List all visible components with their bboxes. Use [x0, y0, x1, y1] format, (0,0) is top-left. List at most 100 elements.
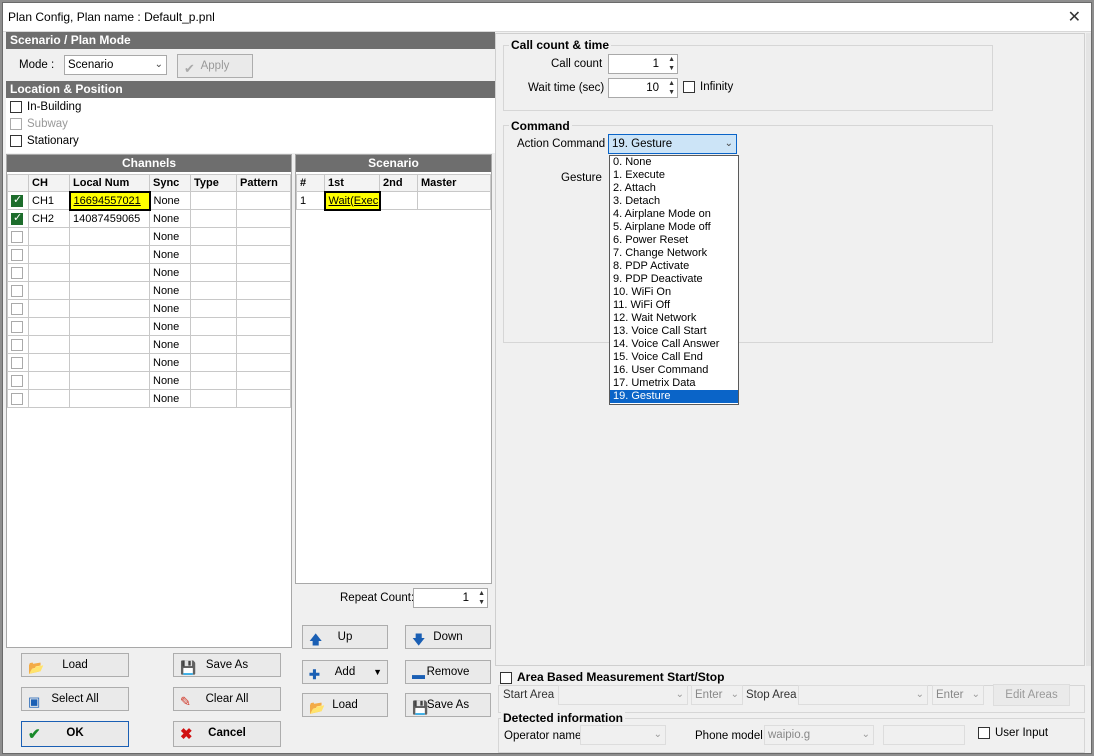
area-measurement-checkbox[interactable]: Area Based Measurement Start/Stop	[500, 670, 724, 684]
channel-checkbox-cell[interactable]	[7, 353, 29, 372]
pattern-cell[interactable]	[236, 353, 291, 372]
dropdown-option[interactable]: 0. None	[610, 156, 738, 169]
infinity-checkbox[interactable]: Infinity	[683, 81, 733, 93]
stop-area-select[interactable]: ⌄	[798, 685, 928, 705]
operator-name-select[interactable]: ⌄	[580, 725, 666, 745]
channel-checkbox[interactable]	[11, 392, 23, 405]
dropdown-option[interactable]: 2. Attach	[610, 182, 738, 195]
table-row[interactable]: None	[7, 353, 291, 372]
cancel-button[interactable]: ✖ Cancel	[173, 721, 281, 747]
sync-cell[interactable]: None	[149, 371, 191, 390]
start-enter-select[interactable]: Enter ⌄	[691, 685, 743, 705]
in-building-checkbox[interactable]: In-Building	[10, 101, 81, 113]
sync-cell[interactable]: None	[149, 227, 191, 246]
scrollbar[interactable]	[1086, 33, 1091, 666]
table-row[interactable]: None	[7, 281, 291, 300]
spin-arrows-icon[interactable]: ▲ ▼	[478, 589, 485, 607]
sync-cell[interactable]: None	[149, 353, 191, 372]
scenario-save-as-button[interactable]: 💾 Save As	[405, 693, 491, 717]
pattern-cell[interactable]	[236, 335, 291, 354]
sync-cell[interactable]: None	[149, 281, 191, 300]
down-button[interactable]: 🡇 Down	[405, 625, 491, 649]
sync-cell[interactable]: None	[149, 191, 191, 210]
dropdown-option[interactable]: 9. PDP Deactivate	[610, 273, 738, 286]
pattern-cell[interactable]	[236, 281, 291, 300]
scenario-load-button[interactable]: 📂 Load	[302, 693, 388, 717]
type-cell[interactable]	[190, 191, 237, 210]
channel-checkbox-cell[interactable]	[7, 191, 29, 210]
table-row[interactable]: None	[7, 245, 291, 264]
start-area-select[interactable]: ⌄	[558, 685, 688, 705]
local-num-cell[interactable]	[69, 389, 150, 408]
channel-checkbox[interactable]	[11, 320, 23, 333]
channel-checkbox[interactable]	[11, 302, 23, 315]
dropdown-option[interactable]: 6. Power Reset	[610, 234, 738, 247]
local-num-cell[interactable]	[69, 299, 150, 318]
spin-arrows-icon[interactable]: ▲ ▼	[668, 55, 675, 73]
type-cell[interactable]	[190, 371, 237, 390]
local-num-cell[interactable]	[69, 317, 150, 336]
dropdown-option[interactable]: 7. Change Network	[610, 247, 738, 260]
sync-cell[interactable]: None	[149, 389, 191, 408]
channel-checkbox[interactable]	[11, 211, 23, 225]
second-step-cell[interactable]	[379, 191, 418, 210]
type-cell[interactable]	[190, 227, 237, 246]
sync-cell[interactable]: None	[149, 245, 191, 264]
call-count-stepper[interactable]: 1 ▲ ▼	[608, 54, 678, 74]
channel-checkbox[interactable]	[11, 284, 23, 297]
local-num-cell[interactable]	[69, 263, 150, 282]
type-cell[interactable]	[190, 245, 237, 264]
type-cell[interactable]	[190, 281, 237, 300]
table-row[interactable]: None	[7, 371, 291, 390]
channel-checkbox-cell[interactable]	[7, 389, 29, 408]
dropdown-option[interactable]: 11. WiFi Off	[610, 299, 738, 312]
sync-cell[interactable]: None	[149, 209, 191, 228]
channel-checkbox[interactable]	[11, 230, 23, 243]
local-num-cell[interactable]	[69, 353, 150, 372]
pattern-cell[interactable]	[236, 263, 291, 282]
channel-checkbox[interactable]	[11, 193, 23, 207]
dropdown-option[interactable]: 16. User Command	[610, 364, 738, 377]
sync-cell[interactable]: None	[149, 317, 191, 336]
local-num-cell[interactable]	[69, 371, 150, 390]
stop-enter-select[interactable]: Enter ⌄	[932, 685, 984, 705]
type-cell[interactable]	[190, 209, 237, 228]
detected-text-field[interactable]	[883, 725, 965, 745]
local-num-cell[interactable]	[69, 227, 150, 246]
table-row[interactable]: None	[7, 263, 291, 282]
apply-button[interactable]: ✔ Apply	[177, 54, 253, 78]
dropdown-option[interactable]: 4. Airplane Mode on	[610, 208, 738, 221]
channel-checkbox-cell[interactable]	[7, 245, 29, 264]
type-cell[interactable]	[190, 335, 237, 354]
dropdown-option[interactable]: 3. Detach	[610, 195, 738, 208]
user-input-checkbox[interactable]: User Input	[978, 727, 1048, 739]
pattern-cell[interactable]	[236, 389, 291, 408]
channel-checkbox[interactable]	[11, 338, 23, 351]
channel-checkbox[interactable]	[11, 356, 23, 369]
channel-checkbox-cell[interactable]	[7, 299, 29, 318]
dropdown-option[interactable]: 17. Umetrix Data	[610, 377, 738, 390]
action-command-dropdown-list[interactable]: 0. None 1. Execute 2. Attach 3. Detach 4. Ai…	[609, 155, 739, 405]
add-button[interactable]: ✚ Add ▼	[302, 660, 388, 684]
pattern-cell[interactable]	[236, 371, 291, 390]
table-row[interactable]: None	[7, 227, 291, 246]
action-command-select[interactable]: 19. Gesture ⌄	[608, 134, 737, 154]
table-row[interactable]: 1 Wait(Exec	[296, 190, 491, 211]
local-num-cell[interactable]	[69, 335, 150, 354]
master-cell[interactable]	[417, 191, 491, 210]
sync-cell[interactable]: None	[149, 299, 191, 318]
type-cell[interactable]	[190, 263, 237, 282]
load-button[interactable]: 📂 Load	[21, 653, 129, 677]
local-num-cell[interactable]	[69, 281, 150, 300]
up-button[interactable]: 🡅 Up	[302, 625, 388, 649]
clear-all-button[interactable]: ✎ Clear All	[173, 687, 281, 711]
type-cell[interactable]	[190, 317, 237, 336]
channel-checkbox[interactable]	[11, 266, 23, 279]
channel-checkbox-cell[interactable]	[7, 209, 29, 228]
dropdown-option[interactable]: 14. Voice Call Answer	[610, 338, 738, 351]
mode-select[interactable]: Scenario ⌄	[64, 55, 167, 75]
stationary-checkbox[interactable]: Stationary	[10, 135, 79, 147]
dropdown-arrow-icon[interactable]: ▼	[373, 661, 382, 683]
local-num-cell[interactable]: 14087459065	[69, 209, 150, 228]
wait-time-stepper[interactable]: 10 ▲ ▼	[608, 78, 678, 98]
